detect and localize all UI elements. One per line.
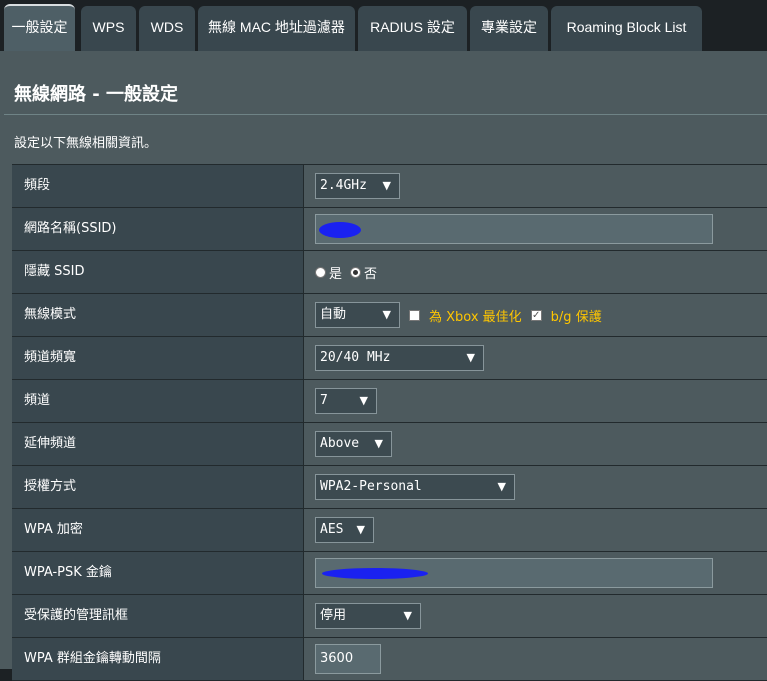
wireless-mode-select[interactable]: 自動 ▼	[315, 302, 400, 328]
dropdown-arrow-icon: ▼	[403, 609, 412, 622]
dropdown-arrow-icon: ▼	[466, 351, 475, 364]
ext-channel-label: 延伸頻道	[12, 423, 304, 465]
channel-bandwidth-select[interactable]: 20/40 MHz ▼	[315, 345, 484, 371]
hide-ssid-yes-radio[interactable]	[315, 266, 326, 278]
tab-roaming-block-list[interactable]: Roaming Block List	[551, 6, 702, 51]
channel-label: 頻道	[12, 380, 304, 422]
auth-method-select[interactable]: WPA2-Personal ▼	[315, 474, 515, 500]
page-description: 設定以下無線相關資訊。	[14, 136, 158, 151]
tab-bar: 一般設定 WPS WDS 無線 MAC 地址過濾器 RADIUS 設定 專業設定…	[0, 0, 767, 53]
group-key-interval-input[interactable]: 3600	[315, 644, 381, 674]
tab-mac-filter[interactable]: 無線 MAC 地址過濾器	[198, 6, 355, 51]
table-row: 頻段 2.4GHz ▼	[12, 165, 767, 208]
wireless-mode-label: 無線模式	[12, 294, 304, 336]
table-row: 受保護的管理訊框 停用 ▼	[12, 595, 767, 638]
tab-wps[interactable]: WPS	[81, 6, 136, 51]
tab-radius[interactable]: RADIUS 設定	[358, 6, 467, 51]
table-row: WPA 群組金鑰轉動間隔 3600	[12, 638, 767, 681]
group-key-interval-label: WPA 群組金鑰轉動間隔	[12, 638, 304, 680]
pmf-select[interactable]: 停用 ▼	[315, 603, 421, 629]
channel-select[interactable]: 7 ▼	[315, 388, 377, 414]
pmf-label: 受保護的管理訊框	[12, 595, 304, 637]
table-row: 授權方式 WPA2-Personal ▼	[12, 466, 767, 509]
bg-protection-label: b/g 保護	[550, 309, 602, 325]
tab-professional[interactable]: 專業設定	[470, 6, 548, 51]
xbox-optimize-checkbox[interactable]	[409, 309, 420, 321]
redaction-mark	[322, 568, 428, 579]
table-row: WPA 加密 AES ▼	[12, 509, 767, 552]
table-row: 隱藏 SSID 是 否	[12, 251, 767, 294]
hide-ssid-label: 隱藏 SSID	[12, 251, 304, 293]
tab-wds[interactable]: WDS	[139, 6, 195, 51]
tab-general[interactable]: 一般設定	[4, 4, 75, 53]
hide-ssid-yes-label: 是	[329, 266, 343, 282]
hide-ssid-no-label: 否	[364, 266, 378, 282]
ssid-input[interactable]	[315, 214, 713, 244]
dropdown-arrow-icon: ▼	[382, 179, 391, 192]
settings-table: 頻段 2.4GHz ▼ 網路名稱(SSID) 隱藏 SSID 是 否 無線模式 …	[12, 164, 767, 681]
wpa-encryption-select[interactable]: AES ▼	[315, 517, 374, 543]
bg-protection-checkbox[interactable]: ✓	[530, 309, 542, 321]
redaction-mark	[319, 222, 361, 238]
hide-ssid-no-radio[interactable]	[350, 266, 362, 278]
wpa-encryption-label: WPA 加密	[12, 509, 304, 551]
band-select[interactable]: 2.4GHz ▼	[315, 173, 400, 199]
dropdown-arrow-icon: ▼	[382, 308, 391, 321]
table-row: 頻道頻寬 20/40 MHz ▼	[12, 337, 767, 380]
divider	[4, 114, 767, 115]
channel-bandwidth-label: 頻道頻寬	[12, 337, 304, 379]
dropdown-arrow-icon: ▼	[497, 480, 506, 493]
xbox-optimize-label: 為 Xbox 最佳化	[429, 309, 522, 325]
settings-panel: 無線網路 - 一般設定 設定以下無線相關資訊。 頻段 2.4GHz ▼ 網路名稱(…	[0, 51, 767, 681]
dropdown-arrow-icon: ▼	[374, 437, 383, 450]
table-row: 無線模式 自動 ▼ 為 Xbox 最佳化 ✓ b/g 保護	[12, 294, 767, 337]
dropdown-arrow-icon: ▼	[359, 394, 368, 407]
wpa-psk-label: WPA-PSK 金鑰	[12, 552, 304, 594]
ext-channel-select[interactable]: Above ▼	[315, 431, 392, 457]
table-row: 頻道 7 ▼	[12, 380, 767, 423]
wpa-psk-input[interactable]	[315, 558, 713, 588]
table-row: WPA-PSK 金鑰	[12, 552, 767, 595]
table-row: 延伸頻道 Above ▼	[12, 423, 767, 466]
table-row: 網路名稱(SSID)	[12, 208, 767, 251]
band-label: 頻段	[12, 165, 304, 207]
page-title: 無線網路 - 一般設定	[14, 84, 179, 105]
ssid-label: 網路名稱(SSID)	[12, 208, 304, 250]
dropdown-arrow-icon: ▼	[356, 523, 365, 536]
auth-method-label: 授權方式	[12, 466, 304, 508]
